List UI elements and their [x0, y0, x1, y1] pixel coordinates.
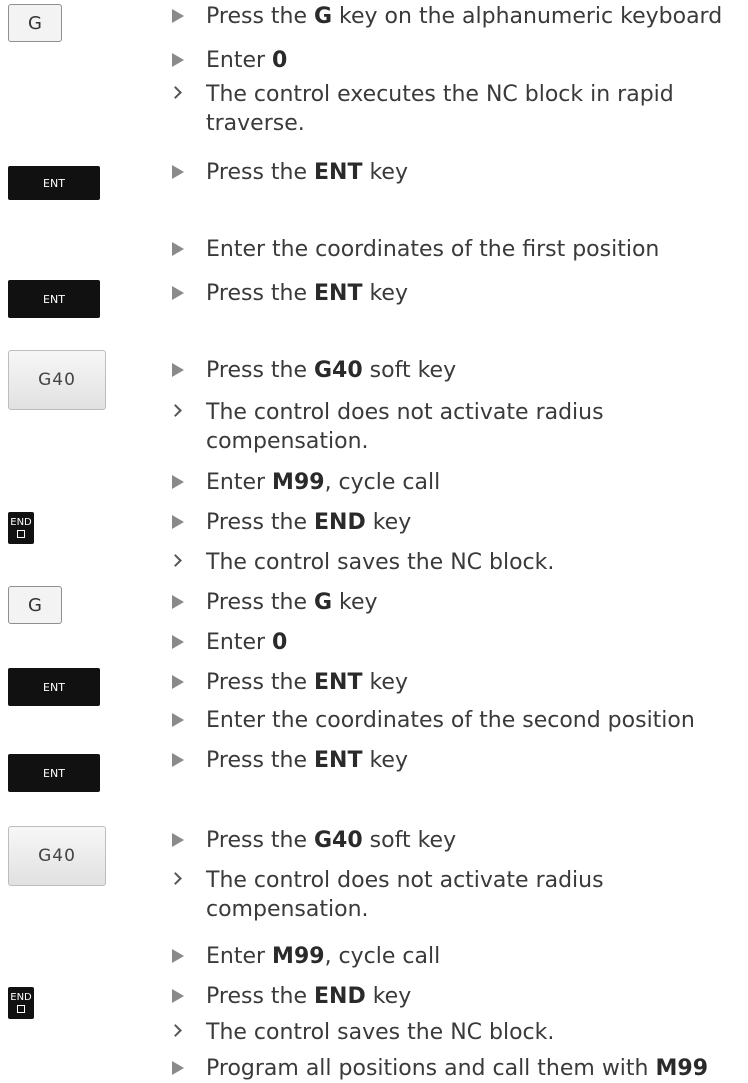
arrow-right-icon — [172, 588, 186, 616]
arrow-right-icon — [172, 158, 186, 186]
ent-key-icon: ENT — [8, 754, 100, 792]
arrow-right-icon — [172, 982, 186, 1010]
result-chevron-icon — [172, 398, 186, 426]
arrow-right-icon — [172, 942, 186, 970]
arrow-right-icon — [172, 628, 186, 656]
ent-key-icon: ENT — [8, 668, 100, 706]
result-chevron-icon — [172, 80, 186, 108]
result-chevron-icon — [172, 1018, 186, 1046]
g40-soft-key-icon: G40 — [8, 350, 106, 410]
end-key-icon: END — [8, 987, 34, 1019]
result-chevron-icon — [172, 548, 186, 576]
arrow-right-icon — [172, 235, 186, 263]
g-key-icon: G — [8, 586, 62, 624]
arrow-right-icon — [172, 706, 186, 734]
end-key-icon: END — [8, 512, 34, 544]
arrow-right-icon — [172, 668, 186, 696]
arrow-right-icon — [172, 279, 186, 307]
arrow-right-icon — [172, 2, 186, 30]
ent-key-icon: ENT — [8, 280, 100, 318]
ent-key-icon: ENT — [8, 166, 100, 200]
arrow-right-icon — [172, 356, 186, 384]
g40-soft-key-icon: G40 — [8, 826, 106, 886]
result-chevron-icon — [172, 866, 186, 894]
arrow-right-icon — [172, 46, 186, 74]
g-key-icon: G — [8, 4, 62, 42]
arrow-right-icon — [172, 468, 186, 496]
arrow-right-icon — [172, 508, 186, 536]
arrow-right-icon — [172, 746, 186, 774]
arrow-right-icon — [172, 826, 186, 854]
arrow-right-icon — [172, 1054, 186, 1082]
